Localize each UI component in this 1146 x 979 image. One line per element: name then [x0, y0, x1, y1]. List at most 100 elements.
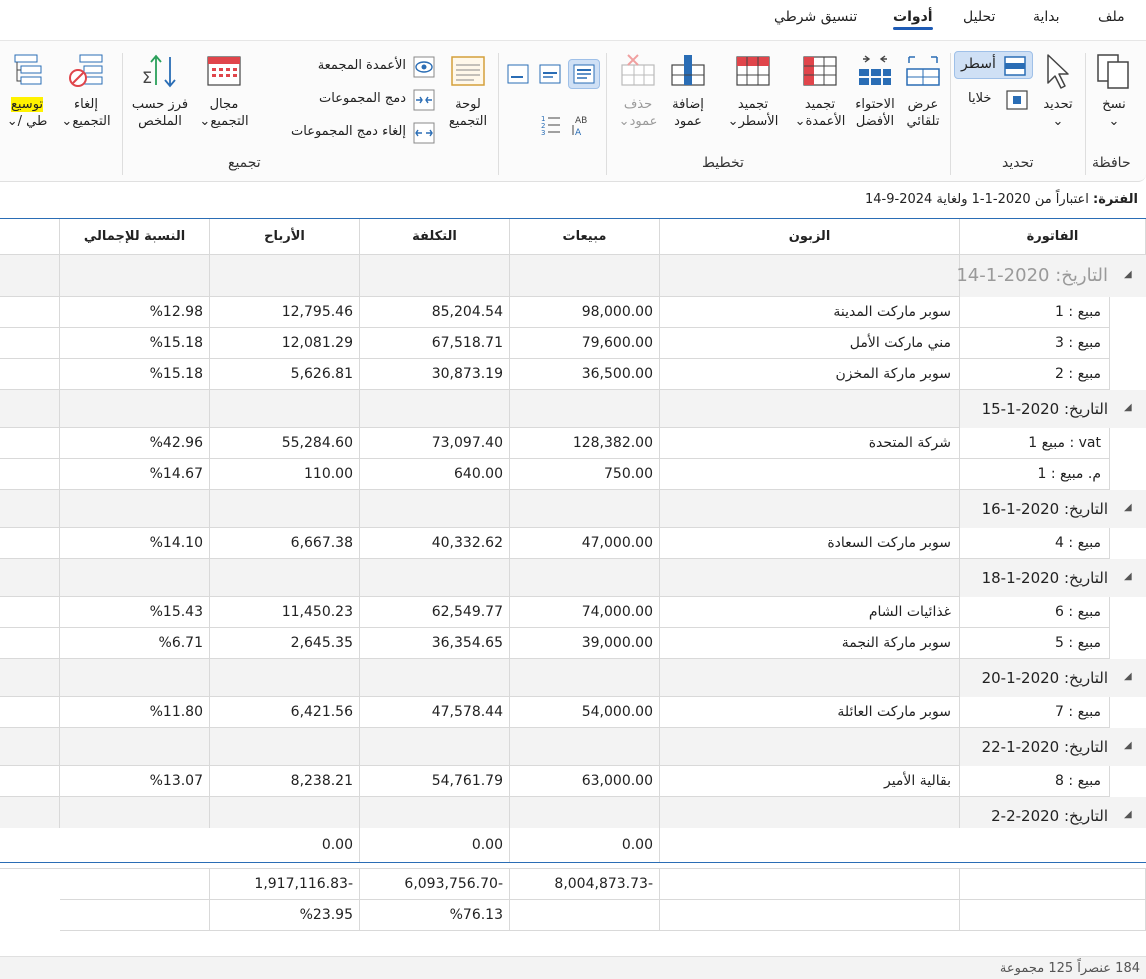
cell-extra	[0, 359, 60, 390]
view-mode-3-button[interactable]	[568, 59, 600, 89]
summary-cell	[510, 900, 660, 931]
best-fit-button[interactable]: الاحتواء الأفضل	[850, 51, 900, 130]
sort-summary-icon: Σ	[142, 54, 176, 88]
group-totals-row: 0.00 0.00 0.00	[0, 828, 1146, 862]
cell-invoice: م. مبيع : 1	[960, 459, 1110, 490]
tab-home[interactable]: بداية	[1033, 9, 1060, 25]
table-row[interactable]: م. مبيع : 1 750.00 640.00 110.00 %14.67	[0, 459, 1146, 490]
group-row[interactable]: ◢ التاريخ: 2020-1-15	[0, 390, 1146, 428]
group-row[interactable]: ◢ التاريخ: 2020-1-16	[0, 490, 1146, 528]
table-row[interactable]: مبيع : 2 سوبر ماركة المخزن 36,500.00 30,873…	[0, 359, 1146, 390]
table-row[interactable]: مبيع : 8 بقالية الأمير 63,000.00 54,761.79 8…	[0, 766, 1146, 797]
auto-view-button[interactable]: عرض تلقائي	[898, 51, 948, 130]
cells-button[interactable]: خلايا	[966, 89, 1030, 113]
cell-percent: %42.96	[60, 428, 210, 459]
column-header-percent[interactable]: النسبة للإجمالي	[60, 219, 210, 255]
add-column-button[interactable]: إضافة عمود	[664, 51, 712, 130]
cell-extra	[0, 597, 60, 628]
group-row-cell	[210, 659, 360, 697]
sort-by-summary-button[interactable]: Σ فرز حسب الملخص	[128, 51, 192, 130]
table-row[interactable]: مبيع : 4 سوبر ماركت السعادة 47,000.00 40,33…	[0, 528, 1146, 559]
group-row-cell	[660, 559, 960, 597]
column-header-customer[interactable]: الزبون	[660, 219, 960, 255]
group-row[interactable]: ◢ التاريخ: 2020-1-14	[0, 255, 1146, 297]
best-fit-label-2: الأفضل	[855, 114, 895, 129]
table-row[interactable]: مبيع : 6 غذائيات الشام 74,000.00 62,549.77 1…	[0, 597, 1146, 628]
tab-analysis[interactable]: تحليل	[963, 9, 995, 25]
table-row[interactable]: مبيع : 1 سوبر ماركت المدينة 98,000.00 85,20…	[0, 297, 1146, 328]
collapse-arrow-icon[interactable]: ◢	[1124, 740, 1132, 751]
rows-button[interactable]: أسطر	[954, 51, 1033, 79]
column-header-sales[interactable]: مبيعات	[510, 219, 660, 255]
column-header-cost[interactable]: التكلفة	[360, 219, 510, 255]
layout-tabular-icon	[573, 64, 595, 84]
table-row[interactable]: مبيع : 5 سوبر ماركة النجمة 39,000.00 36,354…	[0, 628, 1146, 659]
cursor-icon	[1047, 54, 1069, 89]
column-header-invoice[interactable]: الفاتورة	[960, 219, 1146, 255]
cell-customer: بقالية الأمير	[660, 766, 960, 797]
expand-collapse-label-2-text: / طي	[17, 114, 48, 129]
group-row-cell	[660, 728, 960, 766]
cells-icon	[1006, 90, 1028, 110]
add-column-label-2: عمود	[674, 114, 702, 129]
grouping-panel-button[interactable]: لوحة التجميع	[442, 51, 494, 130]
chevron-down-icon: ⌄	[1108, 114, 1120, 129]
group-row-cell	[510, 390, 660, 428]
best-fit-icon	[859, 55, 891, 85]
cell-invoice: مبيع : 3	[960, 328, 1110, 359]
group-row[interactable]: ◢ التاريخ: 2020-1-18	[0, 559, 1146, 597]
table-row[interactable]: مبيع 1 : vat شركة المتحدة 128,382.00 73,097…	[0, 428, 1146, 459]
collapse-arrow-icon[interactable]: ◢	[1124, 671, 1132, 682]
cell-sales: 750.00	[510, 459, 660, 490]
table-row[interactable]: مبيع : 3 مني ماركت الأمل 79,600.00 67,518.7…	[0, 328, 1146, 359]
chevron-down-icon: ⌄	[794, 114, 806, 129]
group-title: التاريخ: 2020-1-20	[981, 669, 1108, 687]
period-text: اعتباراً من 2020-1-1 ولغاية 2024-9-14	[864, 192, 1089, 207]
tab-conditional-format[interactable]: تنسيق شرطي	[774, 9, 857, 25]
cell-profit: 6,667.38	[210, 528, 360, 559]
table-row[interactable]: مبيع : 7 سوبر ماركت العائلة 54,000.00 47,57…	[0, 697, 1146, 728]
copy-button[interactable]: نسخ ⌄	[1090, 51, 1138, 130]
collapse-arrow-icon[interactable]: ◢	[1124, 809, 1132, 820]
total-sales: 0.00	[510, 828, 660, 862]
grouping-range-button[interactable]: مجال ⌄التجميع	[194, 51, 254, 130]
column-header-extra[interactable]	[0, 219, 60, 255]
group-row[interactable]: ◢ التاريخ: 2020-1-22	[0, 728, 1146, 766]
cell-extra	[0, 697, 60, 728]
group-row[interactable]: ◢ التاريخ: 2020-1-20	[0, 659, 1146, 697]
cell-percent: %12.98	[60, 297, 210, 328]
total-cost: 0.00	[360, 828, 510, 862]
tab-tools[interactable]: أدوات	[893, 9, 933, 30]
freeze-columns-icon	[803, 56, 837, 86]
collapse-arrow-icon[interactable]: ◢	[1124, 571, 1132, 582]
list-button[interactable]: 1 2 3	[540, 113, 562, 141]
summary-profit-percent: %23.95	[210, 900, 360, 931]
expand-collapse-button[interactable]: توسيع ⌄/ طي	[0, 51, 54, 130]
group-row-cell	[660, 490, 960, 528]
delete-column-button[interactable]: حذف ⌄عمود	[614, 51, 662, 130]
tab-file[interactable]: ملف	[1098, 9, 1125, 25]
cancel-grouping-button[interactable]: إلغاء ⌄التجميع	[56, 51, 116, 130]
grouped-columns-button[interactable]: الأعمدة المجمعة	[300, 55, 440, 79]
collapse-arrow-icon[interactable]: ◢	[1124, 269, 1132, 280]
cells-label: خلايا	[968, 91, 992, 106]
collapse-arrow-icon[interactable]: ◢	[1124, 402, 1132, 413]
group-row-cell	[660, 659, 960, 697]
separator	[498, 53, 499, 175]
freeze-columns-button[interactable]: تجميد ⌄الأعمدة	[792, 51, 848, 130]
view-mode-2-button[interactable]	[538, 63, 562, 89]
cell-percent: %14.67	[60, 459, 210, 490]
unmerge-groups-button[interactable]: إلغاء دمج المجموعات	[270, 121, 440, 145]
merge-groups-button[interactable]: دمج المجموعات	[300, 88, 440, 112]
select-button[interactable]: تحديد ⌄	[1036, 51, 1080, 130]
sort-alpha-button[interactable]: AB A	[572, 113, 594, 141]
view-mode-1-button[interactable]	[506, 63, 530, 89]
cell-profit: 5,626.81	[210, 359, 360, 390]
add-column-label-1: إضافة	[672, 97, 704, 112]
cell-customer: سوبر ماركت العائلة	[660, 697, 960, 728]
freeze-rows-button[interactable]: تجميد ⌄الأسطر	[724, 51, 782, 130]
column-header-profit[interactable]: الأرباح	[210, 219, 360, 255]
group-row-cell	[0, 490, 60, 528]
group-row-cell	[60, 490, 210, 528]
collapse-arrow-icon[interactable]: ◢	[1124, 502, 1132, 513]
